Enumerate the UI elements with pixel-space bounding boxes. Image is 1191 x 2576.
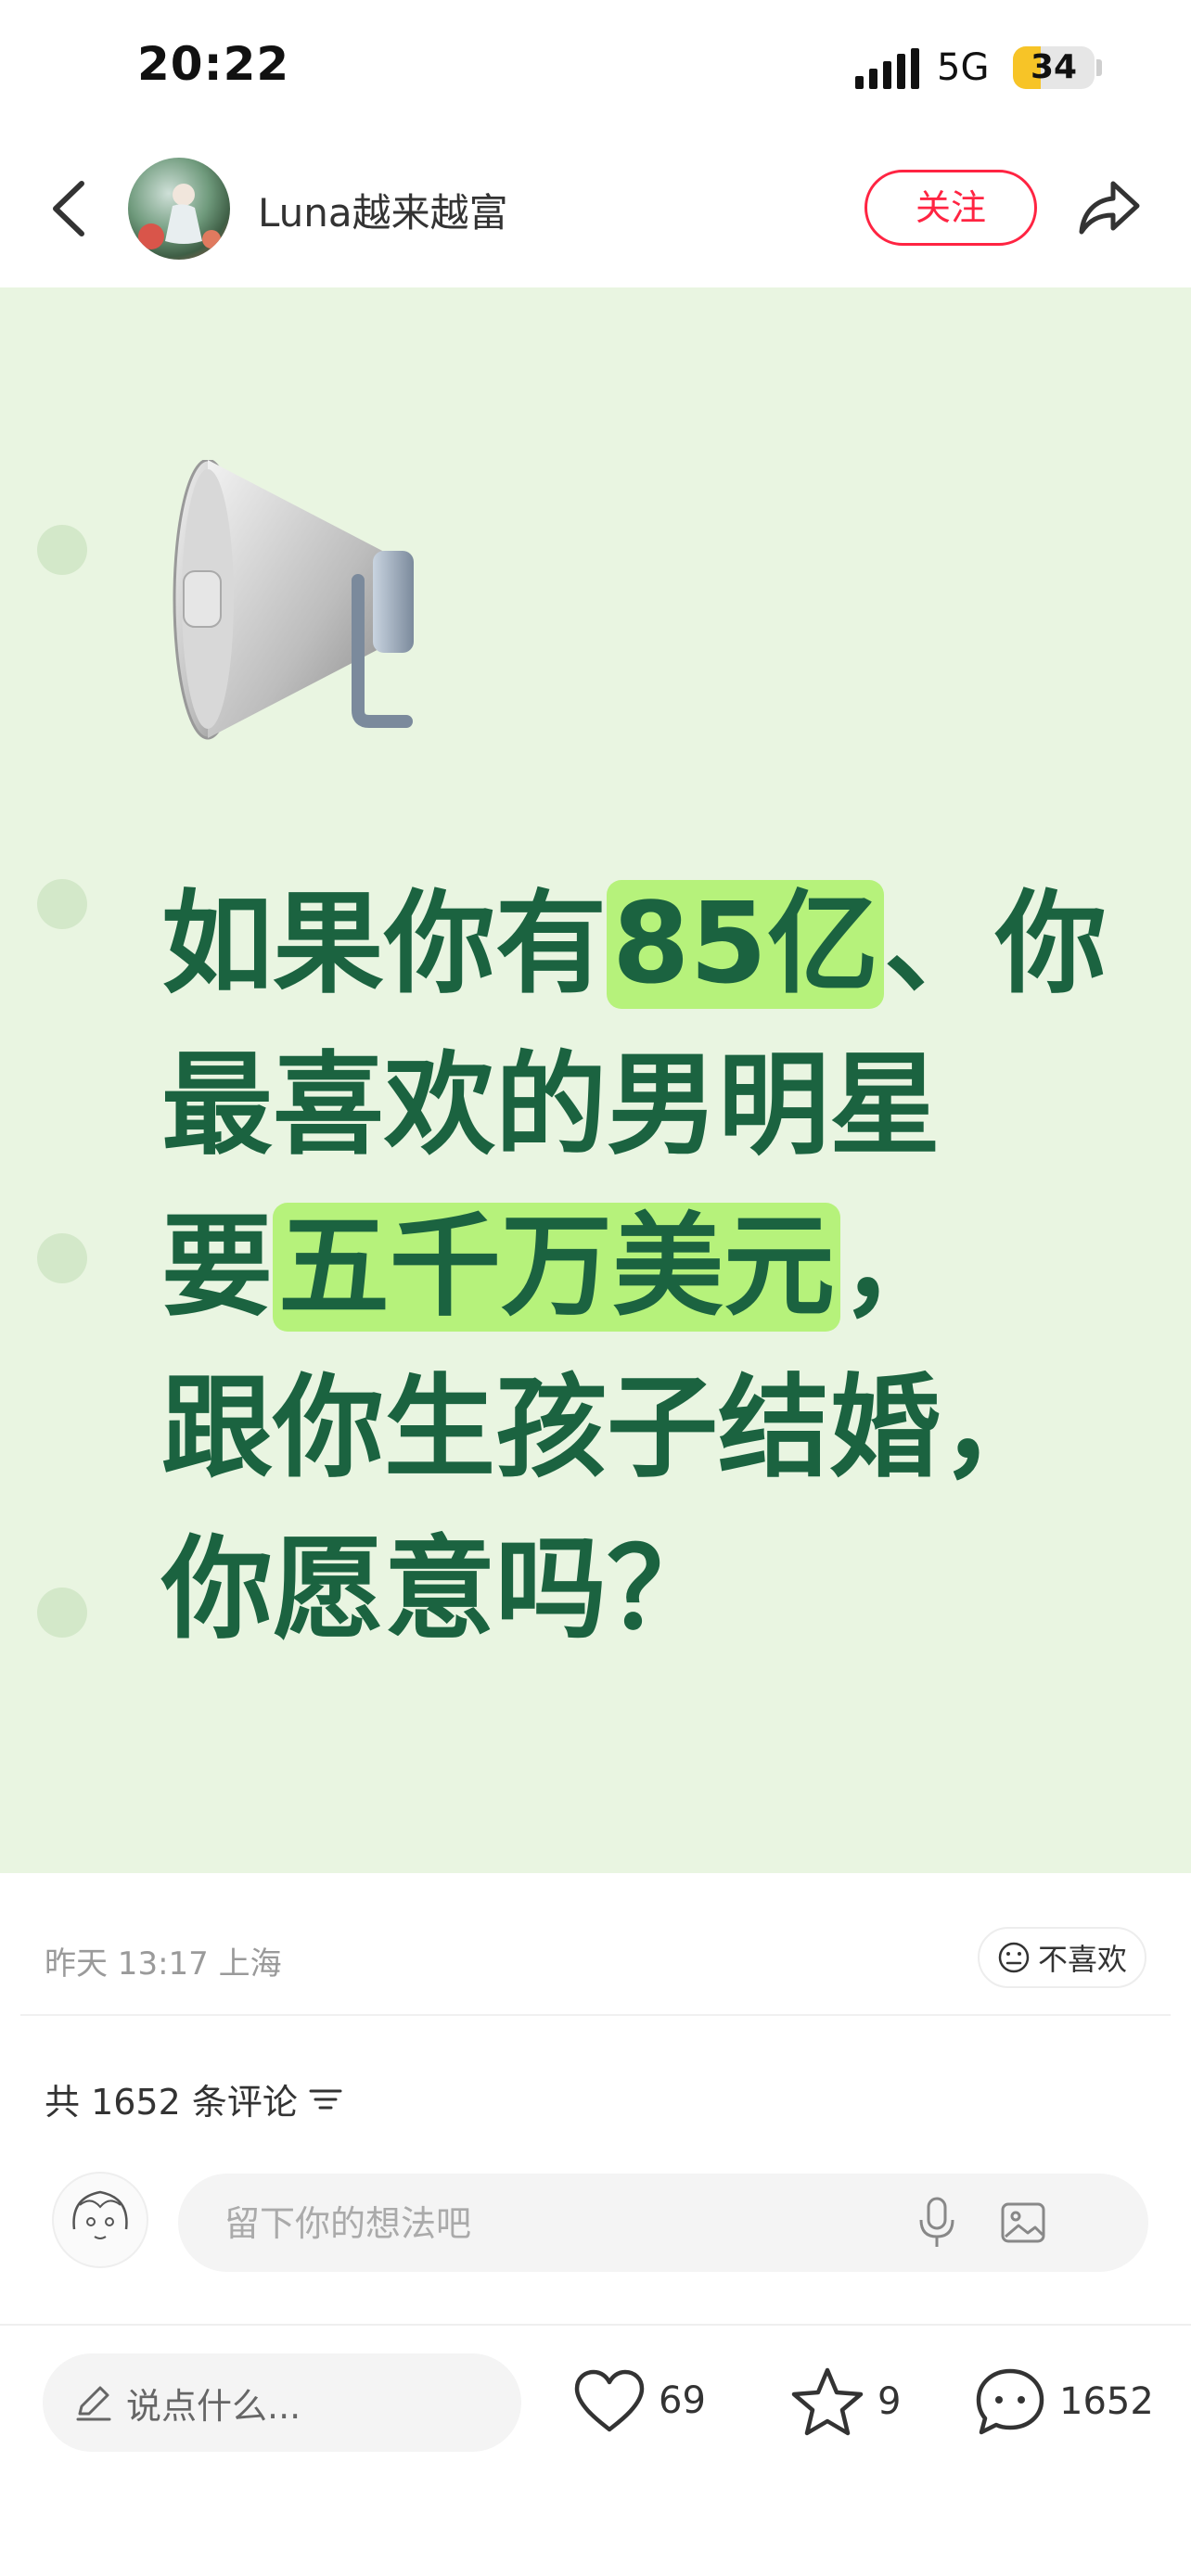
comment-box[interactable] [178,2174,1148,2274]
highlight-price: 五千万美元 [273,1203,840,1332]
comment-button[interactable]: 1652 [974,2366,1154,2437]
dislike-label: 不喜欢 [1037,1942,1127,1977]
say-something-label: 说点什么... [126,2385,301,2427]
comment-bubble-icon [976,2368,1044,2435]
post-text: 要 [161,1203,273,1332]
user-avatar [52,2172,148,2268]
comment-input[interactable] [223,2174,876,2274]
decor-dot [37,879,87,929]
microphone-icon[interactable] [916,2196,957,2250]
status-time: 20:22 [137,37,290,91]
pencil-icon [76,2386,111,2421]
sort-icon[interactable] [309,2086,342,2112]
avatar-image [138,184,221,249]
heart-icon [574,2369,645,2432]
back-icon[interactable] [46,178,93,239]
divider [0,2324,1191,2326]
network-label: 5G [937,46,990,89]
star-button[interactable]: 9 [790,2366,901,2437]
share-icon[interactable] [1076,174,1143,241]
say-something-input[interactable]: 说点什么... [43,2353,521,2452]
post-line-4: 跟你生孩子结婚， [161,1364,1052,1493]
post-timestamp: 昨天 13:17 上海 [45,1945,282,1983]
author-name[interactable]: Luna越来越富 [258,182,508,238]
like-button[interactable]: 69 [573,2368,706,2433]
post-line-2: 最喜欢的男明星 [161,1041,941,1170]
dislike-button[interactable]: 不喜欢 [978,1927,1146,1988]
divider [20,2014,1171,2016]
comment-button-count: 1652 [1059,2380,1154,2423]
battery-indicator: 34 [1013,46,1095,89]
comment-count-label: 共 1652 条评论 [45,2082,298,2123]
neutral-face-icon [998,1942,1030,1973]
post-line-3: 要五千万美元， [161,1198,952,1337]
follow-button[interactable]: 关注 [864,170,1037,246]
post-text: ， [840,1203,952,1332]
post-line-5: 你愿意吗？ [161,1525,718,1654]
decor-dot [37,1588,87,1638]
author-avatar[interactable] [128,158,230,260]
highlight-amount: 85亿 [607,880,884,1009]
signal-icon [855,48,919,89]
battery-level: 34 [1030,48,1078,86]
post-line-1: 如果你有85亿、你 [161,875,1107,1014]
post-text: 、你 [884,880,1107,1009]
like-count: 69 [659,2379,706,2422]
star-icon [791,2367,864,2436]
post-text: 如果你有 [161,880,607,1009]
megaphone-icon [173,460,414,740]
avatar-sketch [72,2190,128,2239]
image-icon[interactable] [1000,2200,1046,2246]
battery-cap [1096,59,1102,76]
star-count: 9 [877,2380,902,2423]
decor-dot [37,525,87,575]
comment-count[interactable]: 共 1652 条评论 [45,2073,342,2124]
decor-dot [37,1233,87,1283]
